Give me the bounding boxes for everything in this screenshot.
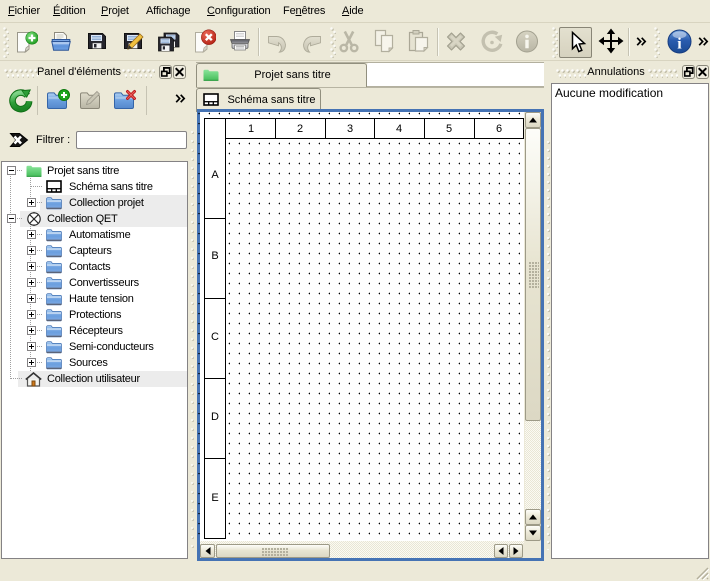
svg-text:i: i	[677, 36, 682, 53]
